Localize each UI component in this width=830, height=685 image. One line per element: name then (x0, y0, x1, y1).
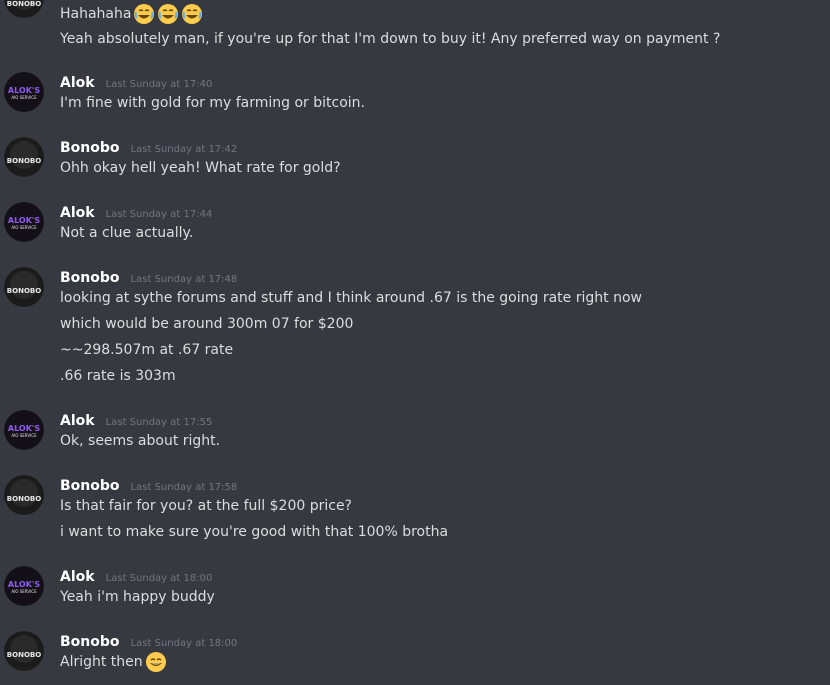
avatar-bonobo[interactable]: BONOBO (4, 0, 44, 18)
timestamp: Last Sunday at 18:00 (105, 573, 213, 584)
avatar-sublabel: AIO SERVICE (11, 95, 37, 100)
avatar-sublabel: AIO SERVICE (11, 433, 37, 438)
avatar-sublabel: AIO SERVICE (11, 589, 37, 594)
timestamp: Last Sunday at 17:55 (105, 417, 213, 428)
avatar-label: BONOBO (7, 0, 41, 8)
message-header: Bonobo Last Sunday at 18:00 (60, 631, 237, 650)
timestamp: Last Sunday at 17:42 (130, 144, 238, 155)
avatar-label: BONOBO (7, 651, 41, 659)
joy-emoji (181, 3, 203, 25)
avatar-bonobo[interactable]: BONOBO (4, 475, 44, 515)
message-line: Is that fair for you? at the full $200 p… (60, 495, 352, 517)
message-header: Bonobo Last Sunday at 17:48 (60, 267, 237, 286)
avatar-label: BONOBO (7, 157, 41, 165)
author-name[interactable]: Alok (60, 413, 95, 429)
message-text: ~~298.507m at .67 rate (60, 342, 234, 358)
message-text: Ok, seems about right. (60, 433, 221, 449)
avatar-label: ALOK'S (8, 580, 40, 589)
message-line: Hahahaha (60, 3, 203, 25)
message-text: .66 rate is 303m (60, 368, 176, 384)
message-header: Alok Last Sunday at 18:00 (60, 566, 212, 585)
avatar-label: ALOK'S (8, 216, 40, 225)
message-line: Not a clue actually. (60, 222, 193, 244)
author-name[interactable]: Alok (60, 205, 95, 221)
timestamp: Last Sunday at 17:40 (105, 79, 213, 90)
message-line: I'm fine with gold for my farming or bit… (60, 92, 365, 114)
message-text: Is that fair for you? at the full $200 p… (60, 498, 352, 514)
avatar-bonobo[interactable]: BONOBO (4, 631, 44, 671)
message-text: Alright then (60, 654, 143, 670)
message-line: Alright then (60, 651, 167, 673)
avatar-bonobo[interactable]: BONOBO (4, 267, 44, 307)
avatar-sublabel: AIO SERVICE (11, 225, 37, 230)
message-text: Ohh okay hell yeah! What rate for gold? (60, 160, 341, 176)
message-header: Bonobo Last Sunday at 17:58 (60, 475, 237, 494)
message-text: Not a clue actually. (60, 225, 194, 241)
message-line: Yeah i'm happy buddy (60, 586, 215, 608)
avatar-label: BONOBO (7, 287, 41, 295)
chat-messages: BONOBO Hahahaha Yeah absolutely man, if … (0, 0, 830, 685)
timestamp: Last Sunday at 17:48 (130, 274, 238, 285)
joy-emoji (157, 3, 179, 25)
message-line: which would be around 300m 07 for $200 (60, 313, 353, 335)
avatar-label: ALOK'S (8, 424, 40, 433)
timestamp: Last Sunday at 18:00 (130, 638, 238, 649)
avatar-label: ALOK'S (8, 86, 40, 95)
message-line: Yeah absolutely man, if you're up for th… (60, 28, 720, 50)
message-text: Yeah i'm happy buddy (60, 589, 215, 605)
timestamp: Last Sunday at 17:44 (105, 209, 213, 220)
message-text: Yeah absolutely man, if you're up for th… (60, 31, 721, 47)
avatar-alok[interactable]: ALOK'S AIO SERVICE (4, 566, 44, 606)
author-name[interactable]: Alok (60, 569, 95, 585)
avatar-alok[interactable]: ALOK'S AIO SERVICE (4, 72, 44, 112)
message-line: ~~298.507m at .67 rate (60, 339, 233, 361)
avatar-bonobo[interactable]: BONOBO (4, 137, 44, 177)
avatar-label: BONOBO (7, 495, 41, 503)
author-name[interactable]: Alok (60, 75, 95, 91)
avatar-alok[interactable]: ALOK'S AIO SERVICE (4, 202, 44, 242)
message-text: looking at sythe forums and stuff and I … (60, 290, 642, 306)
message-line: .66 rate is 303m (60, 365, 176, 387)
avatar-alok[interactable]: ALOK'S AIO SERVICE (4, 410, 44, 450)
author-name[interactable]: Bonobo (60, 270, 120, 286)
message-header: Bonobo Last Sunday at 17:42 (60, 137, 237, 156)
message-line: Ok, seems about right. (60, 430, 220, 452)
message-line: i want to make sure you're good with tha… (60, 521, 448, 543)
author-name[interactable]: Bonobo (60, 140, 120, 156)
author-name[interactable]: Bonobo (60, 634, 120, 650)
joy-emoji (133, 3, 155, 25)
message-line: looking at sythe forums and stuff and I … (60, 287, 642, 309)
message-text: i want to make sure you're good with tha… (60, 524, 449, 540)
message-header: Alok Last Sunday at 17:55 (60, 410, 212, 429)
message-text: Hahahaha (60, 6, 132, 22)
grin-emoji (145, 651, 167, 673)
message-text: which would be around 300m 07 for $200 (60, 316, 354, 332)
message-line: Ohh okay hell yeah! What rate for gold? (60, 157, 341, 179)
author-name[interactable]: Bonobo (60, 478, 120, 494)
message-text: I'm fine with gold for my farming or bit… (60, 95, 365, 111)
message-header: Alok Last Sunday at 17:40 (60, 72, 212, 91)
timestamp: Last Sunday at 17:58 (130, 482, 238, 493)
message-header: Alok Last Sunday at 17:44 (60, 202, 212, 221)
